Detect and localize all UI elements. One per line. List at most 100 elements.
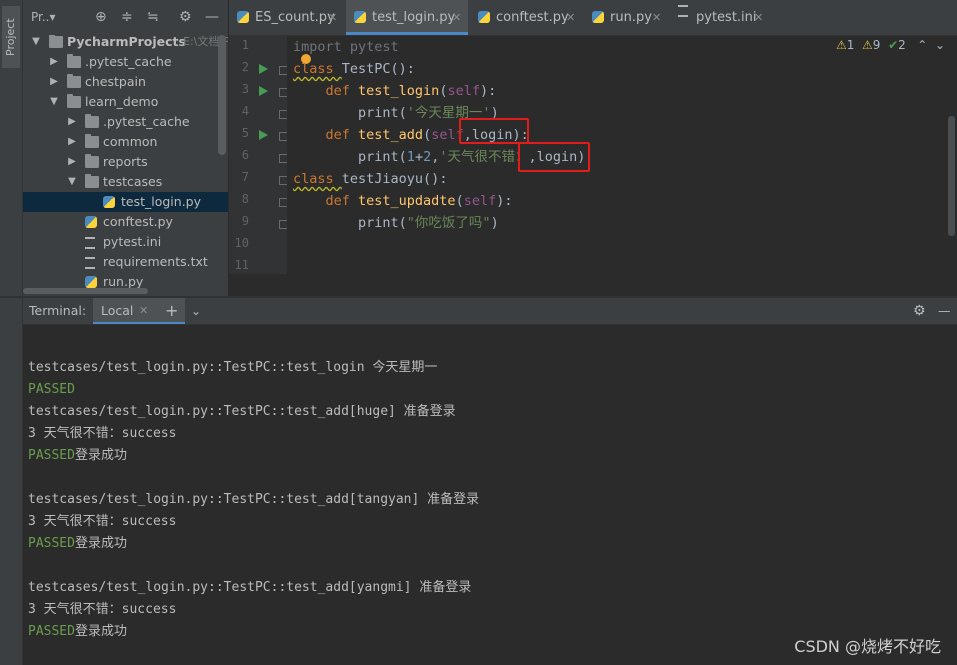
python-file-icon — [354, 11, 366, 23]
python-file-icon — [592, 11, 604, 23]
chevron-down-icon[interactable]: ⌄ — [191, 298, 201, 324]
code-token: '天气很不错： — [439, 149, 529, 165]
line-number: 7 — [241, 170, 249, 184]
terminal-text: 3 天气很不错：success — [28, 426, 177, 441]
chevron-down-icon[interactable]: ▼ — [31, 35, 41, 52]
line-number: 5 — [241, 126, 249, 140]
chevron-down-icon[interactable]: ▼ — [67, 172, 77, 192]
project-tool-tab[interactable]: Project — [2, 6, 20, 68]
python-file-icon — [85, 276, 97, 288]
code-token: pytest — [349, 39, 399, 55]
chevron-right-icon[interactable]: ▶ — [67, 132, 77, 152]
code-token: ( — [423, 127, 432, 143]
chevron-right-icon[interactable]: ▶ — [49, 72, 59, 92]
folder-icon — [85, 174, 99, 188]
tree-item[interactable]: ▶ common — [23, 132, 228, 152]
tree-item[interactable]: conftest.py — [23, 212, 228, 232]
code-token: test_updadte — [358, 193, 456, 209]
next-highlight-icon[interactable]: ⌄ — [935, 38, 945, 52]
terminal-line: PASSED登录成功 — [28, 533, 127, 555]
tree-item-label: conftest.py — [103, 214, 173, 229]
expand-icon[interactable]: ≑ — [121, 9, 133, 25]
text-file-icon — [85, 257, 95, 269]
close-icon[interactable]: ✕ — [452, 0, 461, 35]
tree-item[interactable]: pytest.ini — [23, 232, 228, 252]
run-icon[interactable] — [259, 86, 268, 96]
editor-tab[interactable]: test_login.py ✕ — [346, 0, 468, 35]
terminal-text: 登录成功 — [74, 448, 127, 463]
terminal-output[interactable]: testcases/test_login.py::TestPC::test_lo… — [23, 325, 957, 665]
chevron-right-icon[interactable]: ▶ — [67, 152, 77, 172]
tree-item[interactable]: ▼ testcases — [23, 172, 228, 192]
tree-item-label: testcases — [103, 174, 163, 189]
code-token: testJiaoyu(): — [341, 171, 448, 187]
folder-icon — [85, 114, 99, 128]
target-icon[interactable]: ⊕ — [95, 9, 107, 25]
previous-highlight-icon[interactable]: ⌃ — [917, 38, 927, 52]
close-icon[interactable]: ✕ — [139, 298, 148, 324]
tree-item-label: learn_demo — [85, 94, 159, 109]
tree-scrollbar[interactable] — [218, 35, 226, 155]
editor-tab-bar: ES_count.py ✕ test_login.py ✕ conftest.py ✕ ru… — [229, 0, 957, 36]
tree-item[interactable]: ▶ .pytest_cache — [23, 112, 228, 132]
editor-tab[interactable]: pytest.ini ✕ — [670, 0, 796, 35]
project-view-selector[interactable]: Pr..▾ — [31, 9, 56, 25]
terminal-text: 3 天气很不错：success — [28, 514, 177, 529]
tree-item[interactable]: ▼ learn_demo — [23, 92, 228, 112]
editor-scrollbar[interactable] — [948, 116, 955, 236]
tree-item-label: test_login.py — [121, 194, 202, 209]
code-token: test_login — [358, 83, 440, 99]
terminal-text: testcases/test_login.py::TestPC::test_ad… — [28, 580, 472, 595]
line-number: 4 — [241, 104, 249, 118]
code-editor[interactable]: import pytest class TestPC(): def test_lo… — [287, 36, 957, 274]
tree-item[interactable]: ▶ reports — [23, 152, 228, 172]
chevron-right-icon[interactable]: ▶ — [49, 52, 59, 72]
weak-warning-icon: ⚠ — [862, 38, 873, 52]
terminal-line: 3 天气很不错：success — [28, 511, 176, 533]
tree-item-label: pytest.ini — [103, 234, 162, 249]
folder-icon — [67, 94, 81, 108]
code-token: print( — [293, 149, 407, 165]
run-icon[interactable] — [259, 64, 268, 74]
folder-icon — [49, 35, 63, 48]
gear-icon[interactable]: ⚙ — [179, 9, 192, 25]
minimize-icon[interactable]: — — [205, 9, 219, 25]
project-tool-tab-label: Project — [4, 18, 17, 56]
terminal-line: testcases/test_login.py::TestPC::test_lo… — [28, 357, 437, 379]
code-token: class — [293, 61, 342, 77]
tree-item[interactable]: ▶ .pytest_cache — [23, 52, 228, 72]
tree-item[interactable]: requirements.txt — [23, 252, 228, 272]
minimize-icon[interactable]: — — [938, 298, 951, 324]
close-icon[interactable]: ✕ — [566, 0, 575, 35]
inspection-widget[interactable]: ⚠1 ⚠9 ✔2 ⌃ ⌄ — [836, 38, 945, 52]
code-token: ): — [496, 193, 513, 209]
typo-count: 2 — [898, 38, 906, 52]
gear-icon[interactable]: ⚙ — [913, 298, 926, 324]
code-token: print( — [293, 105, 407, 121]
line-number: 2 — [241, 60, 249, 74]
code-token: self — [463, 193, 497, 209]
chevron-right-icon[interactable]: ▶ — [67, 112, 77, 132]
terminal-line: PASSED登录成功 — [28, 445, 127, 467]
run-icon[interactable] — [259, 130, 268, 140]
tree-horizontal-scrollbar[interactable] — [23, 288, 148, 294]
tree-item[interactable]: ▼ PycharmProjects E:\文档\P — [23, 35, 228, 52]
close-icon[interactable]: ✕ — [652, 0, 661, 35]
add-tab-icon[interactable]: + — [165, 298, 178, 324]
editor-tab-label: pytest.ini — [696, 10, 757, 25]
tree-item-label: .pytest_cache — [103, 114, 190, 129]
folder-icon — [67, 74, 81, 88]
project-toolbar: Pr..▾ ⊕ ≑ ≒ ⚙ — — [23, 0, 228, 36]
tree-item-label: common — [103, 134, 158, 149]
python-file-icon — [85, 216, 97, 228]
close-icon[interactable]: ✕ — [754, 0, 763, 35]
chevron-down-icon[interactable]: ▼ — [49, 92, 59, 112]
close-icon[interactable]: ✕ — [328, 0, 337, 35]
collapse-icon[interactable]: ≒ — [147, 9, 159, 25]
tree-item[interactable]: ▶ chestpain — [23, 72, 228, 92]
code-token: print( — [293, 215, 407, 231]
tree-item[interactable]: test_login.py — [23, 192, 228, 212]
code-token: "你吃饭了吗" — [406, 215, 491, 231]
